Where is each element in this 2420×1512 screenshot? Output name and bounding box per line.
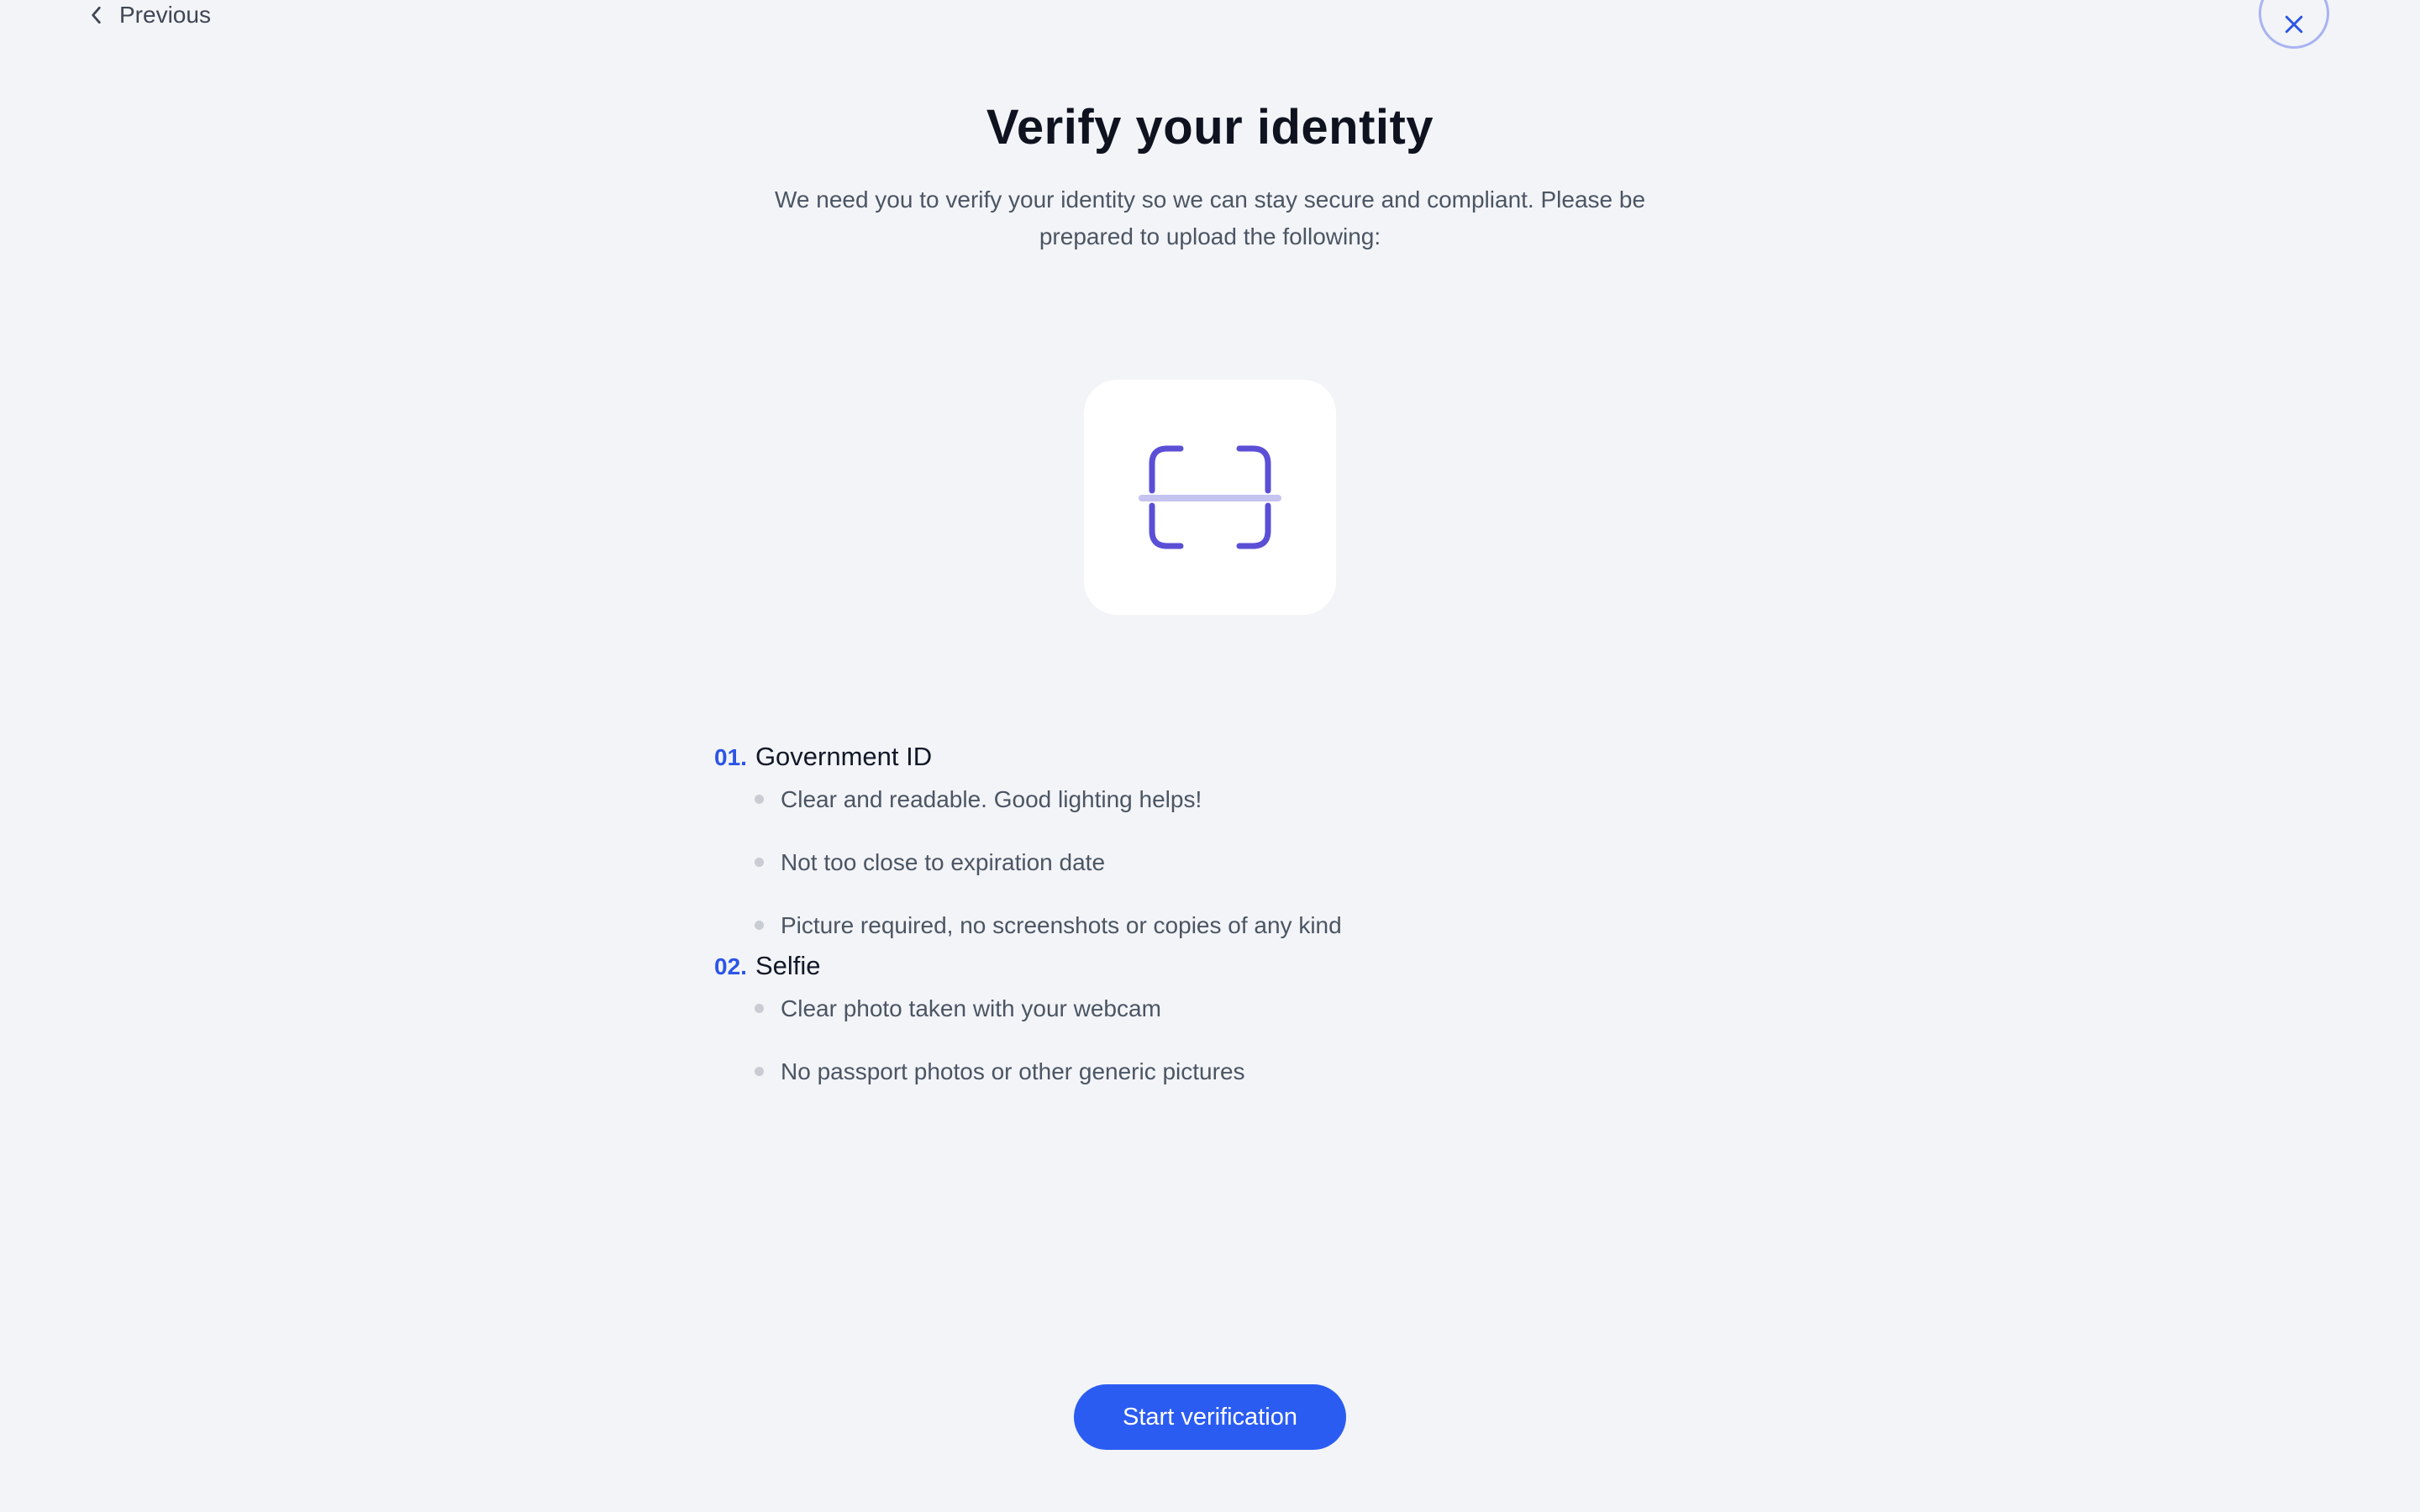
list-item-text: No passport photos or other generic pict… xyxy=(781,1058,1245,1084)
bullet-icon xyxy=(755,795,764,804)
requirement-items: Clear photo taken with your webcam No pa… xyxy=(714,977,1723,1103)
list-item-text: Clear and readable. Good lighting helps! xyxy=(781,785,1202,812)
list-item: Clear and readable. Good lighting helps! xyxy=(714,768,1723,831)
page-title: Verify your identity xyxy=(986,100,1434,155)
list-item: Picture required, no screenshots or copi… xyxy=(714,894,1723,957)
close-button[interactable] xyxy=(2259,0,2329,49)
chevron-left-icon xyxy=(86,4,108,26)
list-item: Clear photo taken with your webcam xyxy=(714,977,1723,1040)
previous-label: Previous xyxy=(119,2,211,28)
illustration-tile xyxy=(1084,380,1336,615)
requirement-items: Clear and readable. Good lighting helps!… xyxy=(714,768,1723,957)
list-item: Not too close to expiration date xyxy=(714,831,1723,894)
bullet-icon xyxy=(755,858,764,867)
previous-button[interactable]: Previous xyxy=(86,0,211,30)
requirement-group: 01. Government ID Clear and readable. Go… xyxy=(714,736,1723,957)
list-item: No passport photos or other generic pict… xyxy=(714,1040,1723,1103)
requirement-group: 02. Selfie Clear photo taken with your w… xyxy=(714,945,1723,1103)
scan-icon xyxy=(1139,438,1281,556)
close-icon xyxy=(2281,0,2307,37)
requirements-list: 01. Government ID Clear and readable. Go… xyxy=(714,736,1723,1103)
start-verification-button[interactable]: Start verification xyxy=(1074,1384,1346,1450)
list-item-text: Picture required, no screenshots or copi… xyxy=(781,911,1342,938)
page-subtitle: We need you to verify your identity so w… xyxy=(774,186,1646,249)
list-item-text: Not too close to expiration date xyxy=(781,848,1106,875)
list-item-text: Clear photo taken with your webcam xyxy=(781,995,1161,1021)
bullet-icon xyxy=(755,921,764,930)
bullet-icon xyxy=(755,1067,764,1076)
bullet-icon xyxy=(755,1004,764,1013)
